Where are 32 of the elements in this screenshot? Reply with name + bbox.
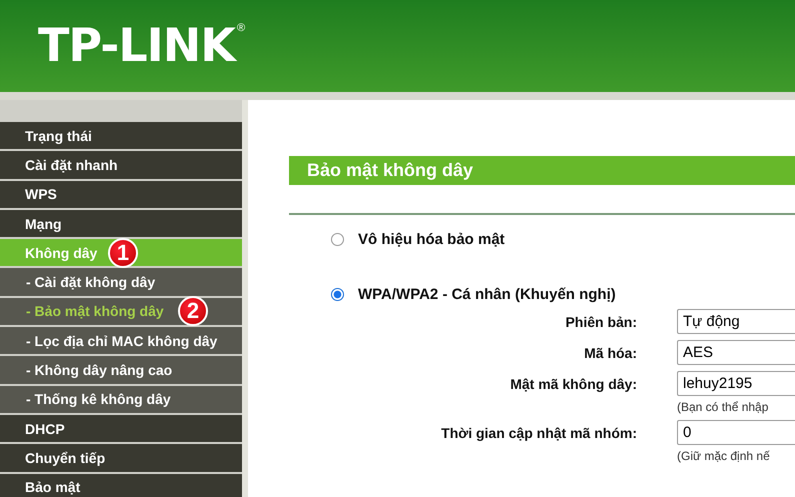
sidebar-item[interactable]: WPS [0, 180, 242, 208]
sidebar-item[interactable]: - Lọc địa chỉ MAC không dây [0, 327, 242, 354]
field-label: Phiên bản: [564, 314, 637, 330]
logo: TP-LINK [38, 22, 235, 68]
sidebar-item[interactable]: - Không dây nâng cao [0, 356, 242, 384]
input-field[interactable]: AES [677, 340, 795, 365]
sidebar-item[interactable]: Mạng [0, 210, 242, 238]
hint-text: (Bạn có thể nhập [677, 400, 770, 414]
step-badge: 2 [178, 296, 208, 326]
field-label: Thời gian cập nhật mã nhóm: [440, 424, 637, 440]
sidebar-item[interactable]: Bảo mật [0, 474, 242, 497]
radio-button[interactable] [331, 288, 344, 301]
option-label: WPA/WPA2 - Cá nhân (Khuyến nghị) [358, 286, 616, 303]
step-badge: 1 [108, 238, 138, 268]
sidebar-item[interactable]: - Bảo mật không dây 2 [0, 298, 242, 326]
field-label: Mật mã không dây: [509, 376, 637, 392]
sidebar-item[interactable]: Chuyển tiếp [0, 444, 242, 472]
section-title: Bảo mật không dây [289, 156, 795, 185]
input-field[interactable]: 0 [677, 420, 795, 445]
sidebar-item[interactable]: Trạng thái [0, 122, 242, 150]
sidebar-item[interactable]: DHCP [0, 414, 242, 442]
radio-button[interactable] [331, 233, 344, 246]
sidebar-item[interactable]: Không dây 1 [0, 239, 242, 266]
registered-mark: ® [236, 22, 246, 34]
sidebar-item[interactable]: Cài đặt nhanh [0, 151, 242, 179]
sidebar-item[interactable]: - Thống kê không dây [0, 386, 242, 413]
hint-text: (Giữ mặc định nế [677, 449, 771, 463]
input-field[interactable]: lehuy2195 [677, 371, 795, 396]
sidebar-item[interactable]: - Cài đặt không dây [0, 268, 242, 296]
input-field[interactable]: Tự động [677, 309, 795, 334]
field-label: Mã hóa: [583, 344, 637, 360]
option-label: Vô hiệu hóa bảo mật [358, 231, 505, 248]
